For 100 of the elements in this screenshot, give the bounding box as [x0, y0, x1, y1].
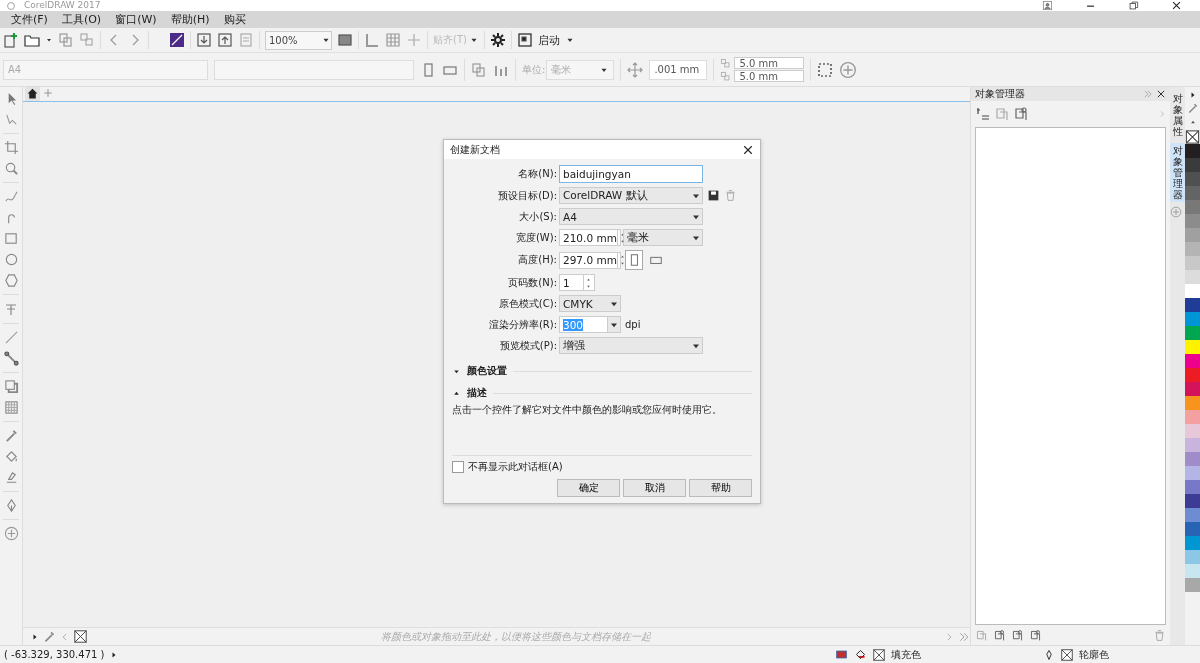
color-swatch[interactable] [1185, 354, 1200, 368]
spin-field[interactable]: 210.0 mm [559, 229, 621, 246]
color-swatch[interactable] [1185, 172, 1200, 186]
palette-menu-icon[interactable] [1188, 91, 1197, 99]
color-swatch[interactable] [1185, 410, 1200, 424]
zoom-combo[interactable]: 100% [265, 30, 332, 50]
name-field[interactable]: baidujingyan [559, 165, 703, 183]
new-tab-icon[interactable] [42, 87, 54, 99]
color-swatch[interactable] [1185, 452, 1200, 466]
palette-menu-icon[interactable] [31, 632, 39, 641]
color-swatch[interactable] [1185, 396, 1200, 410]
restore-icon[interactable] [1128, 0, 1139, 11]
color-swatch[interactable] [1185, 438, 1200, 452]
color-swatch[interactable] [1185, 382, 1200, 396]
color-swatch[interactable] [1185, 256, 1200, 270]
ok-button[interactable]: 确定 [557, 479, 620, 497]
launch-button[interactable]: 启动 [537, 32, 560, 48]
layer-manager-icon[interactable] [1013, 106, 1029, 122]
add-docker-icon[interactable] [1170, 206, 1182, 218]
text-tool-icon[interactable] [3, 301, 19, 317]
duplicate-offset-field[interactable]: 5.0 mm [734, 57, 805, 69]
home-tab[interactable] [25, 87, 40, 101]
paste-icon[interactable] [79, 32, 95, 48]
layer-icon[interactable] [993, 628, 1006, 642]
shadow-tool-icon[interactable] [3, 379, 19, 394]
delete-preset-icon[interactable] [724, 189, 737, 202]
menu-item[interactable]: 帮助(H) [163, 12, 217, 27]
freehand-tool-icon[interactable] [3, 189, 19, 204]
rulers-icon[interactable] [364, 32, 380, 48]
open-folder-icon[interactable] [24, 32, 40, 48]
layer-icon[interactable] [1029, 628, 1042, 642]
polygon-tool-icon[interactable] [3, 273, 19, 288]
nudge-icon[interactable] [627, 61, 644, 78]
color-swatch[interactable] [1185, 214, 1200, 228]
dropdown[interactable]: A4 [559, 208, 703, 225]
page-dimensions-field[interactable] [214, 59, 414, 80]
grid-icon[interactable] [385, 32, 401, 48]
fill-icon[interactable] [854, 648, 867, 661]
account-icon[interactable] [1042, 0, 1053, 11]
copy-icon[interactable] [58, 32, 74, 48]
rectangle-tool-icon[interactable] [3, 231, 19, 246]
save-preset-icon[interactable] [707, 189, 720, 202]
scroll-right-icon[interactable] [1158, 109, 1166, 119]
menu-item[interactable]: 窗口(W) [108, 12, 164, 27]
docker-tab[interactable]: 对象管理器 [1170, 143, 1185, 202]
checkbox-label[interactable]: 不再显示此对话框(A) [468, 460, 563, 474]
units-dropdown[interactable]: 毫米 [623, 229, 703, 246]
menu-item[interactable]: 文件(F) [4, 12, 55, 27]
shape-tool-icon[interactable] [3, 112, 19, 127]
settings-icon[interactable] [489, 32, 506, 48]
color-swatch[interactable] [1185, 340, 1200, 354]
line-tool-icon[interactable] [3, 330, 19, 345]
add-tool-icon[interactable] [3, 526, 19, 541]
checkbox[interactable] [452, 461, 464, 473]
connector-tool-icon[interactable] [3, 351, 19, 366]
color-swatch[interactable] [1185, 564, 1200, 578]
color-swatch[interactable] [1185, 270, 1200, 284]
ellipse-tool-icon[interactable] [3, 252, 19, 267]
dropdown[interactable]: 增强 [559, 337, 703, 354]
guidelines-icon[interactable] [406, 32, 422, 48]
color-swatch[interactable] [1185, 144, 1200, 158]
color-swatch[interactable] [1185, 536, 1200, 550]
color-swatch[interactable] [1185, 508, 1200, 522]
section-header[interactable]: 颜色设置 [467, 364, 507, 378]
cancel-button[interactable]: 取消 [623, 479, 686, 497]
eyedropper-icon[interactable] [43, 630, 56, 643]
section-header[interactable]: 描述 [467, 386, 487, 400]
zoom-icon[interactable] [3, 161, 19, 176]
layer-icon[interactable] [1011, 628, 1024, 642]
layer-icon[interactable] [975, 628, 988, 642]
color-swatch[interactable] [1185, 368, 1200, 382]
color-swatch[interactable] [1185, 312, 1200, 326]
full-screen-icon[interactable] [337, 32, 353, 48]
color-swatch[interactable] [1185, 522, 1200, 536]
new-document-icon[interactable] [3, 32, 19, 48]
menu-item[interactable]: 工具(O) [54, 12, 109, 27]
launch-icon[interactable] [516, 32, 533, 48]
color-swatch[interactable] [1185, 158, 1200, 172]
eyedropper-icon[interactable] [3, 428, 19, 443]
color-swatch[interactable] [1185, 480, 1200, 494]
spin-field[interactable]: 1 [559, 274, 595, 291]
color-swatch[interactable] [1185, 424, 1200, 438]
color-swatch[interactable] [1185, 494, 1200, 508]
color-swatch[interactable] [1185, 284, 1200, 298]
add-icon[interactable] [839, 60, 858, 79]
help-button[interactable]: 帮助 [689, 479, 752, 497]
no-color-swatch-icon[interactable] [1185, 130, 1200, 144]
nudge-field[interactable]: .001 mm [649, 59, 708, 80]
color-swatch[interactable] [1185, 186, 1200, 200]
transparency-tool-icon[interactable] [3, 400, 19, 415]
color-swatch[interactable] [1185, 298, 1200, 312]
crop-tool-icon[interactable] [3, 140, 19, 155]
document-color-icon[interactable] [835, 649, 848, 660]
preset-dropdown[interactable]: CorelDRAW 默认 [559, 187, 703, 204]
dropdown[interactable]: CMYK [559, 295, 621, 312]
color-swatch[interactable] [1185, 466, 1200, 480]
color-swatch[interactable] [1185, 200, 1200, 214]
color-swatch[interactable] [1185, 242, 1200, 256]
fill-bucket-icon[interactable] [3, 449, 19, 464]
all-pages-icon[interactable] [471, 61, 487, 78]
